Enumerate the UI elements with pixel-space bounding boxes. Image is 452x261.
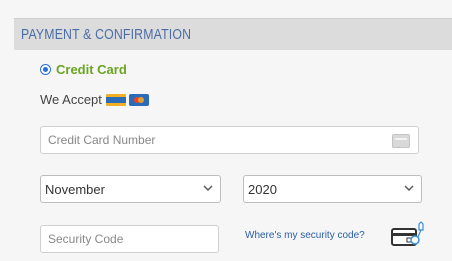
chevron-down-icon: [404, 185, 414, 191]
mastercard-icon: [128, 93, 149, 106]
chevron-down-icon: [203, 185, 213, 191]
expiry-month-value: November: [45, 181, 105, 197]
payment-section: PAYMENT & CONFIRMATION Credit Card We Ac…: [0, 0, 452, 261]
credit-card-icon: [392, 134, 410, 148]
expiry-year-value: 2020: [248, 181, 277, 197]
security-code-help-link[interactable]: Where's my security code?: [245, 230, 365, 241]
credit-card-radio[interactable]: [40, 64, 51, 75]
card-number-placeholder: Credit Card Number: [48, 133, 156, 147]
accepted-cards: We Accept: [40, 92, 152, 107]
security-code-card-icon: [391, 221, 424, 246]
security-code-input[interactable]: Security Code: [40, 225, 219, 253]
credit-card-option[interactable]: Credit Card: [40, 62, 127, 77]
section-header: PAYMENT & CONFIRMATION: [14, 18, 452, 50]
expiry-year-select[interactable]: 2020: [243, 175, 422, 203]
credit-card-label: Credit Card: [56, 62, 127, 77]
security-code-placeholder: Security Code: [48, 232, 124, 246]
section-title: PAYMENT & CONFIRMATION: [21, 26, 192, 43]
visa-card-icon: [105, 93, 126, 106]
we-accept-label: We Accept: [40, 92, 102, 107]
expiry-month-select[interactable]: November: [40, 175, 221, 203]
card-number-input[interactable]: Credit Card Number: [40, 126, 419, 154]
